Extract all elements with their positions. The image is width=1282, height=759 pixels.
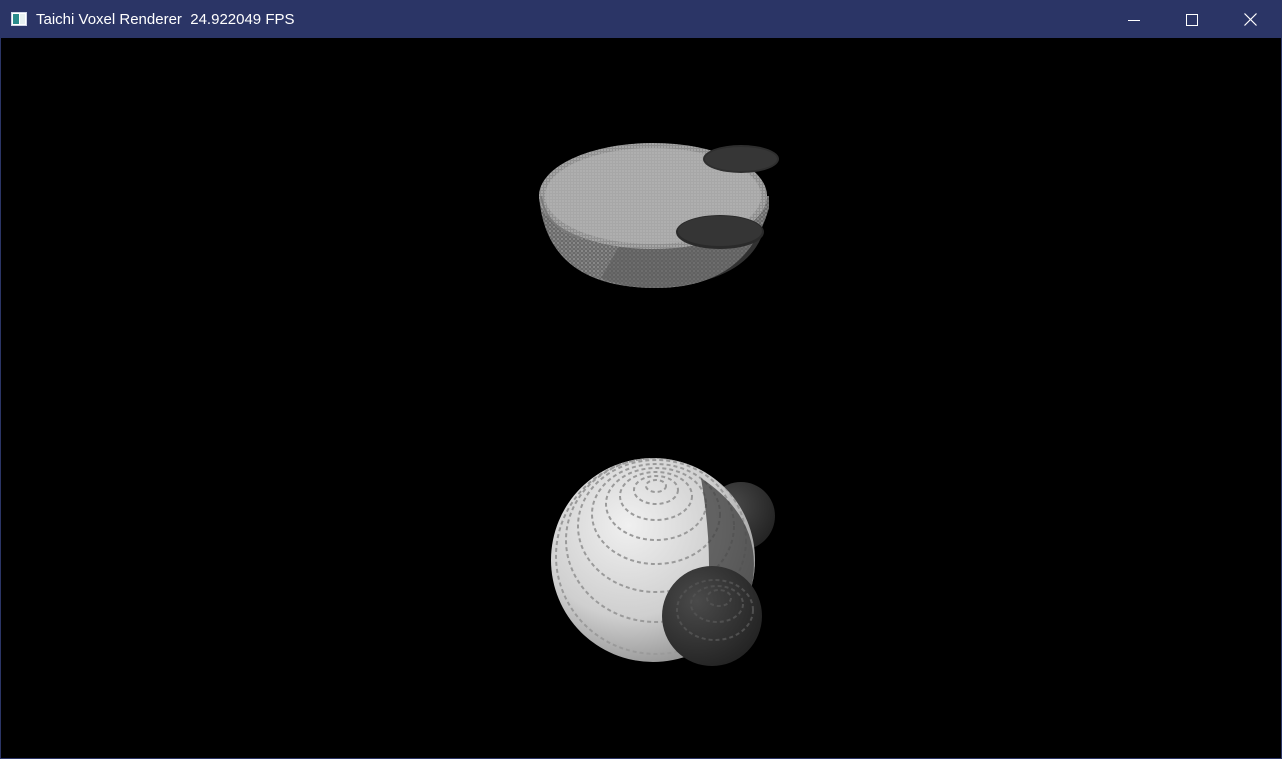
minimize-icon xyxy=(1128,19,1140,21)
app-window: Taichi Voxel Renderer 24.922049 FPS xyxy=(0,0,1282,759)
minimize-button[interactable] xyxy=(1105,1,1163,38)
voxel-bowl-with-disc-ears xyxy=(539,143,779,288)
app-window-icon xyxy=(11,12,27,26)
close-icon xyxy=(1243,13,1257,26)
title-bar[interactable]: Taichi Voxel Renderer 24.922049 FPS xyxy=(1,1,1281,38)
maximize-button[interactable] xyxy=(1163,1,1221,38)
voxel-sphere-with-ears xyxy=(551,458,775,666)
window-title: Taichi Voxel Renderer 24.922049 FPS xyxy=(36,11,295,28)
maximize-icon xyxy=(1186,13,1198,26)
render-viewport[interactable] xyxy=(1,38,1281,758)
close-button[interactable] xyxy=(1221,1,1279,38)
